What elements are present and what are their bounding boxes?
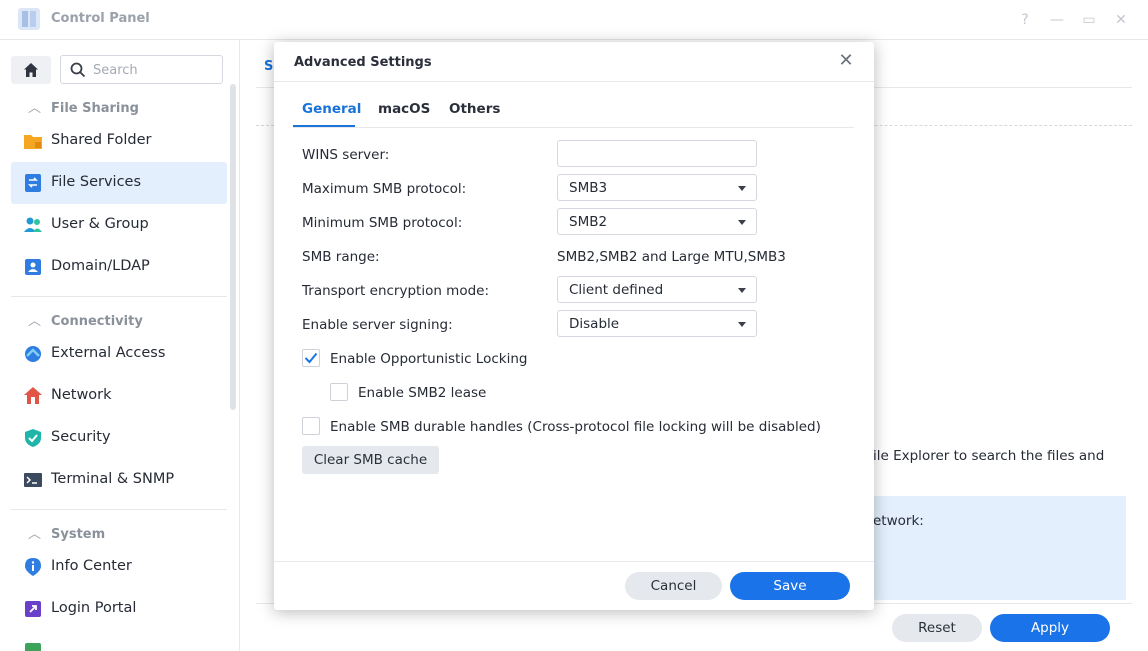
transport-encryption-select[interactable]: Client defined xyxy=(557,276,757,303)
section-system[interactable]: ︿ System xyxy=(28,523,105,542)
min-smb-select[interactable]: SMB2 xyxy=(557,208,757,235)
section-connectivity[interactable]: ︿ Connectivity xyxy=(28,310,143,329)
window-title: Control Panel xyxy=(51,11,150,26)
control-panel-app-icon xyxy=(18,8,40,30)
dropdown-caret-icon xyxy=(738,220,746,225)
sidebar-item-security[interactable]: Security xyxy=(11,417,227,459)
min-smb-value: SMB2 xyxy=(569,214,608,230)
file-services-icon xyxy=(25,174,41,192)
info-icon xyxy=(25,558,41,576)
background-tab[interactable]: S xyxy=(264,59,273,74)
opportunistic-locking-checkbox[interactable] xyxy=(302,349,320,367)
tabs-divider xyxy=(293,127,854,128)
network-house-icon xyxy=(24,387,42,404)
durable-handles-label: Enable SMB durable handles (Cross-protoc… xyxy=(330,419,821,435)
terminal-icon xyxy=(24,473,42,487)
smb-range-label: SMB range: xyxy=(302,249,380,265)
durable-handles-checkbox[interactable] xyxy=(302,417,320,435)
dropdown-caret-icon xyxy=(738,288,746,293)
smb2-lease-checkbox[interactable] xyxy=(330,383,348,401)
background-info-box: etwork: xyxy=(873,496,1126,600)
login-portal-icon xyxy=(25,601,41,617)
search-icon xyxy=(70,62,86,78)
dropdown-caret-icon xyxy=(738,322,746,327)
wins-server-label: WINS server: xyxy=(302,147,390,163)
background-description-text: ile Explorer to search the files and xyxy=(873,448,1105,464)
reset-button[interactable]: Reset xyxy=(892,614,982,642)
partial-item-icon xyxy=(25,643,41,651)
sidebar-item-terminal-snmp[interactable]: Terminal & SNMP xyxy=(11,459,227,501)
window-titlebar: Control Panel ? — ▭ ✕ xyxy=(0,0,1148,40)
home-icon xyxy=(24,63,38,77)
sidebar-item-external-access[interactable]: External Access xyxy=(11,333,227,375)
background-info-text: etwork: xyxy=(873,513,924,529)
dialog-title: Advanced Settings xyxy=(294,55,432,70)
section-file-sharing[interactable]: ︿ File Sharing xyxy=(28,97,139,116)
dialog-header-divider xyxy=(274,81,874,82)
tab-general[interactable]: General xyxy=(302,101,361,117)
transport-encryption-value: Client defined xyxy=(569,282,664,298)
close-window-icon[interactable]: ✕ xyxy=(1111,10,1131,30)
chevron-up-icon: ︿ xyxy=(28,527,42,542)
search-box[interactable] xyxy=(60,55,223,84)
sidebar-item-shared-folder[interactable]: Shared Folder xyxy=(11,120,227,162)
folder-icon xyxy=(24,135,42,149)
sidebar-item-user-group[interactable]: User & Group xyxy=(11,204,227,246)
chevron-up-icon: ︿ xyxy=(28,314,42,329)
save-button[interactable]: Save xyxy=(730,572,850,600)
close-icon[interactable]: ✕ xyxy=(837,52,855,70)
min-smb-label: Minimum SMB protocol: xyxy=(302,215,463,231)
opportunistic-locking-label: Enable Opportunistic Locking xyxy=(330,351,528,367)
max-smb-value: SMB3 xyxy=(569,180,608,196)
tab-macos[interactable]: macOS xyxy=(378,101,430,117)
clear-smb-cache-button[interactable]: Clear SMB cache xyxy=(302,446,439,474)
sidebar-item-partial[interactable] xyxy=(11,630,227,651)
maximize-icon[interactable]: ▭ xyxy=(1079,10,1099,30)
tab-others[interactable]: Others xyxy=(449,101,500,117)
server-signing-value: Disable xyxy=(569,316,620,332)
chevron-up-icon: ︿ xyxy=(28,101,42,116)
smb2-lease-label: Enable SMB2 lease xyxy=(358,385,487,401)
server-signing-select[interactable]: Disable xyxy=(557,310,757,337)
sidebar-divider xyxy=(11,509,227,510)
search-input[interactable] xyxy=(93,61,217,79)
sidebar-item-login-portal[interactable]: Login Portal xyxy=(11,588,227,630)
max-smb-select[interactable]: SMB3 xyxy=(557,174,757,201)
cancel-button[interactable]: Cancel xyxy=(625,572,722,600)
home-button[interactable] xyxy=(11,56,51,84)
sidebar-divider xyxy=(11,296,227,297)
smb-range-value: SMB2,SMB2 and Large MTU,SMB3 xyxy=(557,249,786,265)
sidebar-item-domain-ldap[interactable]: Domain/LDAP xyxy=(11,246,227,288)
help-icon[interactable]: ? xyxy=(1015,10,1035,30)
transport-encryption-label: Transport encryption mode: xyxy=(302,283,490,299)
sidebar: ︿File Sharing Shared Folder File Service… xyxy=(0,40,240,651)
domain-ldap-icon xyxy=(25,259,41,275)
dialog-footer-divider xyxy=(274,561,874,562)
minimize-icon[interactable]: — xyxy=(1047,10,1067,30)
sidebar-item-info-center[interactable]: Info Center xyxy=(11,546,227,588)
server-signing-label: Enable server signing: xyxy=(302,317,453,333)
dropdown-caret-icon xyxy=(738,186,746,191)
sidebar-item-file-services[interactable]: File Services xyxy=(11,162,227,204)
external-access-icon xyxy=(25,346,41,362)
max-smb-label: Maximum SMB protocol: xyxy=(302,181,467,197)
sidebar-item-network[interactable]: Network xyxy=(11,375,227,417)
apply-button[interactable]: Apply xyxy=(990,614,1110,642)
shield-icon xyxy=(25,429,41,447)
checkmark-icon xyxy=(304,352,318,364)
advanced-settings-dialog: Advanced Settings ✕ General macOS Others… xyxy=(274,42,874,610)
wins-server-input[interactable] xyxy=(557,140,757,167)
user-group-icon xyxy=(24,217,42,232)
sidebar-scrollbar[interactable] xyxy=(230,84,236,410)
